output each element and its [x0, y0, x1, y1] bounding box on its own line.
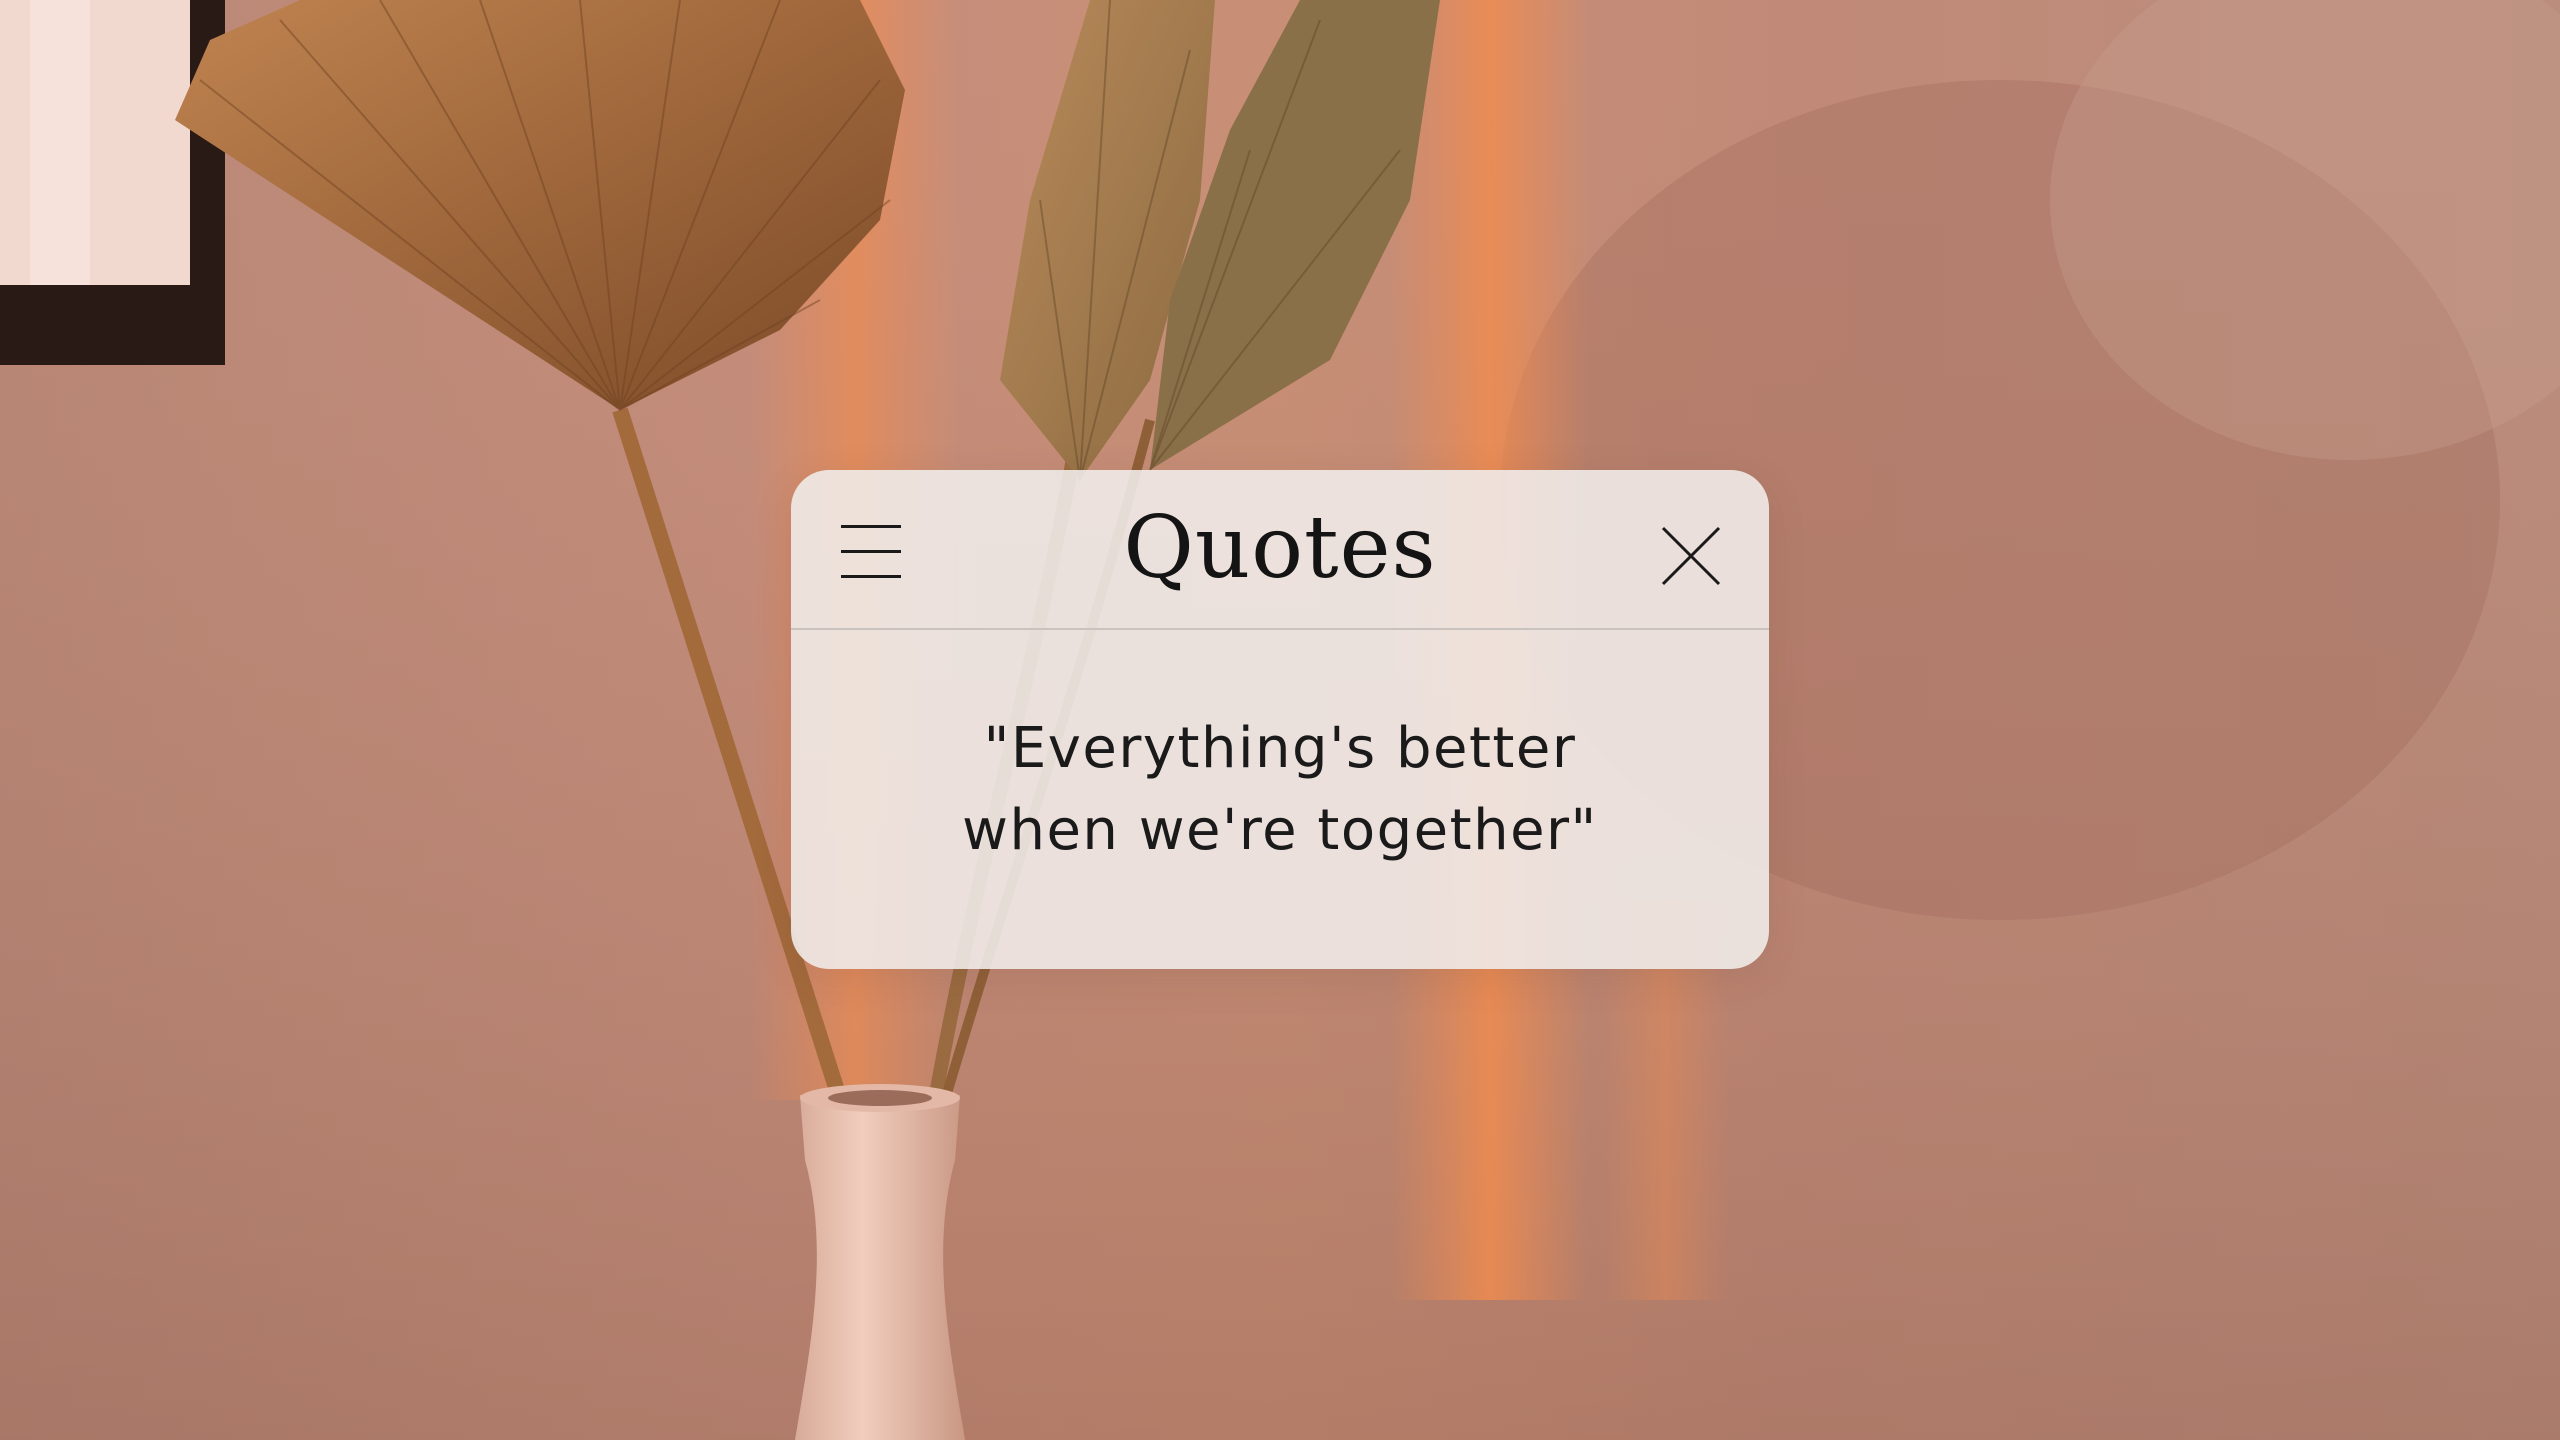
quotes-widget: Quotes "Everything's better when we're t… [791, 470, 1769, 969]
widget-title: Quotes [1123, 498, 1437, 598]
quote-line: "Everything's better [983, 716, 1577, 781]
quote-line: when we're together" [962, 798, 1598, 863]
close-icon [1661, 526, 1721, 586]
close-button[interactable] [1651, 516, 1731, 596]
widget-header: Quotes [791, 470, 1769, 630]
quote-text: "Everything's better when we're together… [791, 708, 1769, 872]
